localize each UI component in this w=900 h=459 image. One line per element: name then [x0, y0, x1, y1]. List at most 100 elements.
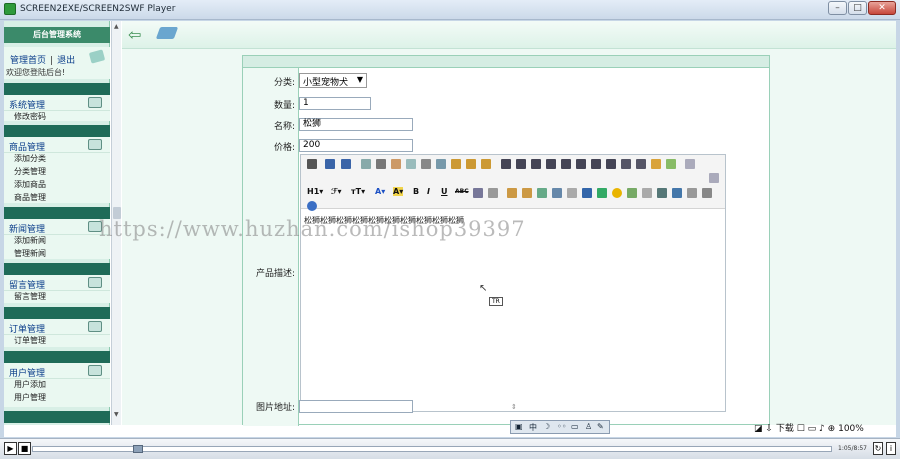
copy-icon[interactable]: [436, 159, 446, 169]
unlink-icon[interactable]: [687, 188, 697, 198]
sidebar-item[interactable]: 用户管理: [14, 392, 46, 403]
quantity-input[interactable]: 1: [299, 97, 371, 110]
select-all-icon[interactable]: [666, 159, 676, 169]
price-input[interactable]: 200: [299, 139, 413, 152]
sidebar-item[interactable]: 添加新闻: [14, 235, 46, 246]
sidebar-item[interactable]: 分类管理: [14, 166, 46, 177]
download-icon[interactable]: ⇩: [765, 424, 773, 434]
font-family-button[interactable]: ℱ▾: [331, 187, 341, 196]
maximize-button[interactable]: □: [848, 1, 867, 15]
preview-icon[interactable]: [361, 159, 371, 169]
link-icon[interactable]: [672, 188, 682, 198]
clear-format-icon[interactable]: [651, 159, 661, 169]
unordered-list-icon[interactable]: [576, 159, 586, 169]
scroll-down-icon[interactable]: ▼: [114, 411, 119, 418]
sidebar-item[interactable]: 修改密码: [14, 111, 46, 122]
horizontal-rule-icon[interactable]: [473, 188, 483, 198]
ime-moon[interactable]: ☽: [543, 422, 550, 431]
image-url-input[interactable]: [299, 400, 413, 413]
sidebar-item[interactable]: 管理新闻: [14, 248, 46, 259]
page-break-icon[interactable]: [642, 188, 652, 198]
align-right-icon[interactable]: [531, 159, 541, 169]
paste-word-icon[interactable]: [481, 159, 491, 169]
superscript-icon[interactable]: [636, 159, 646, 169]
back-arrow-icon[interactable]: ⇦: [128, 25, 141, 44]
name-input[interactable]: 松狮: [299, 118, 413, 131]
map-icon[interactable]: [627, 188, 637, 198]
attachment-icon[interactable]: [567, 188, 577, 198]
ordered-list-icon[interactable]: [561, 159, 571, 169]
tray-icon-2[interactable]: ☐: [797, 424, 805, 434]
multi-image-icon[interactable]: [522, 188, 532, 198]
flash-icon[interactable]: [537, 188, 547, 198]
font-color-button[interactable]: A▾: [375, 187, 385, 196]
seek-bar[interactable]: [32, 445, 832, 453]
rich-text-editor[interactable]: H1▾ ℱ▾ ᴛT▾ A▾ A▾ B I U ABC 松狮松狮松狮松狮松狮松狮松…: [300, 154, 726, 412]
insert-code-icon[interactable]: [597, 188, 607, 198]
align-center-icon[interactable]: [516, 159, 526, 169]
sidebar-item[interactable]: 添加分类: [14, 153, 46, 164]
undo-icon[interactable]: [325, 159, 335, 169]
category-select[interactable]: 小型宠物犬 ▼: [299, 73, 367, 88]
emoticon-icon[interactable]: [612, 188, 622, 198]
ime-punct-icon[interactable]: ◦◦: [557, 422, 566, 431]
remove-format-icon[interactable]: [488, 188, 498, 198]
align-left-icon[interactable]: [501, 159, 511, 169]
media-icon[interactable]: [552, 188, 562, 198]
link-logout[interactable]: 退出: [57, 56, 75, 66]
print-icon[interactable]: [376, 159, 386, 169]
redo-icon[interactable]: [341, 159, 351, 169]
ime-icon[interactable]: ▣: [515, 422, 523, 431]
tray-icon-1[interactable]: ◪: [754, 424, 763, 434]
table-icon[interactable]: [582, 188, 592, 198]
image-icon[interactable]: [507, 188, 517, 198]
sidebar-item[interactable]: 订单管理: [14, 335, 46, 346]
font-size-button[interactable]: ᴛT▾: [351, 187, 365, 196]
scroll-up-icon[interactable]: ▲: [114, 23, 119, 30]
sidebar-item[interactable]: 添加商品: [14, 179, 46, 190]
volume-icon[interactable]: ♪: [819, 424, 825, 434]
tray-icon-3[interactable]: ▭: [808, 424, 817, 434]
download-label[interactable]: 下载: [776, 424, 794, 434]
info-icon[interactable]: i: [886, 442, 896, 455]
underline-button[interactable]: U: [441, 187, 448, 196]
ime-keyboard-icon[interactable]: ▭: [571, 422, 579, 431]
help-icon[interactable]: [307, 201, 317, 211]
close-button[interactable]: ✕: [868, 1, 896, 15]
anchor-icon[interactable]: [657, 188, 667, 198]
indent-icon[interactable]: [591, 159, 601, 169]
paste-icon[interactable]: [451, 159, 461, 169]
play-button[interactable]: ▶: [4, 442, 17, 455]
ime-toolbar[interactable]: ▣ 中 ☽ ◦◦ ▭ ♙ ✎: [510, 420, 610, 434]
edit-icon[interactable]: [155, 27, 179, 39]
link-home[interactable]: 管理首页: [10, 56, 46, 66]
code-icon[interactable]: [406, 159, 416, 169]
pointer-icon[interactable]: [685, 159, 695, 169]
subscript-icon[interactable]: [621, 159, 631, 169]
sidebar-item[interactable]: 商品管理: [14, 192, 46, 203]
template-icon[interactable]: [391, 159, 401, 169]
highlight-button[interactable]: A▾: [393, 187, 404, 196]
seek-thumb[interactable]: [133, 445, 143, 453]
ime-tools-icon[interactable]: ✎: [597, 422, 604, 431]
outdent-icon[interactable]: [606, 159, 616, 169]
ime-chinese-mode[interactable]: 中: [529, 422, 537, 433]
cut-icon[interactable]: [421, 159, 431, 169]
zoom-icon[interactable]: ⊕: [828, 424, 836, 434]
strikethrough-button[interactable]: ABC: [455, 188, 469, 195]
bold-button[interactable]: B: [413, 187, 419, 196]
stop-button[interactable]: ■: [18, 442, 31, 455]
fullscreen-icon[interactable]: [709, 173, 719, 183]
source-icon[interactable]: [307, 159, 317, 169]
heading-button[interactable]: H1▾: [307, 187, 323, 196]
settings-icon[interactable]: [702, 188, 712, 198]
loop-icon[interactable]: ↻: [873, 442, 883, 455]
resize-handle-icon[interactable]: ⇕: [511, 403, 517, 411]
paste-text-icon[interactable]: [466, 159, 476, 169]
italic-button[interactable]: I: [427, 187, 430, 196]
ime-user-icon[interactable]: ♙: [585, 422, 592, 431]
align-justify-icon[interactable]: [546, 159, 556, 169]
minimize-button[interactable]: –: [828, 1, 847, 15]
sidebar-item[interactable]: 用户添加: [14, 379, 46, 390]
sidebar-item[interactable]: 留言管理: [14, 291, 46, 302]
